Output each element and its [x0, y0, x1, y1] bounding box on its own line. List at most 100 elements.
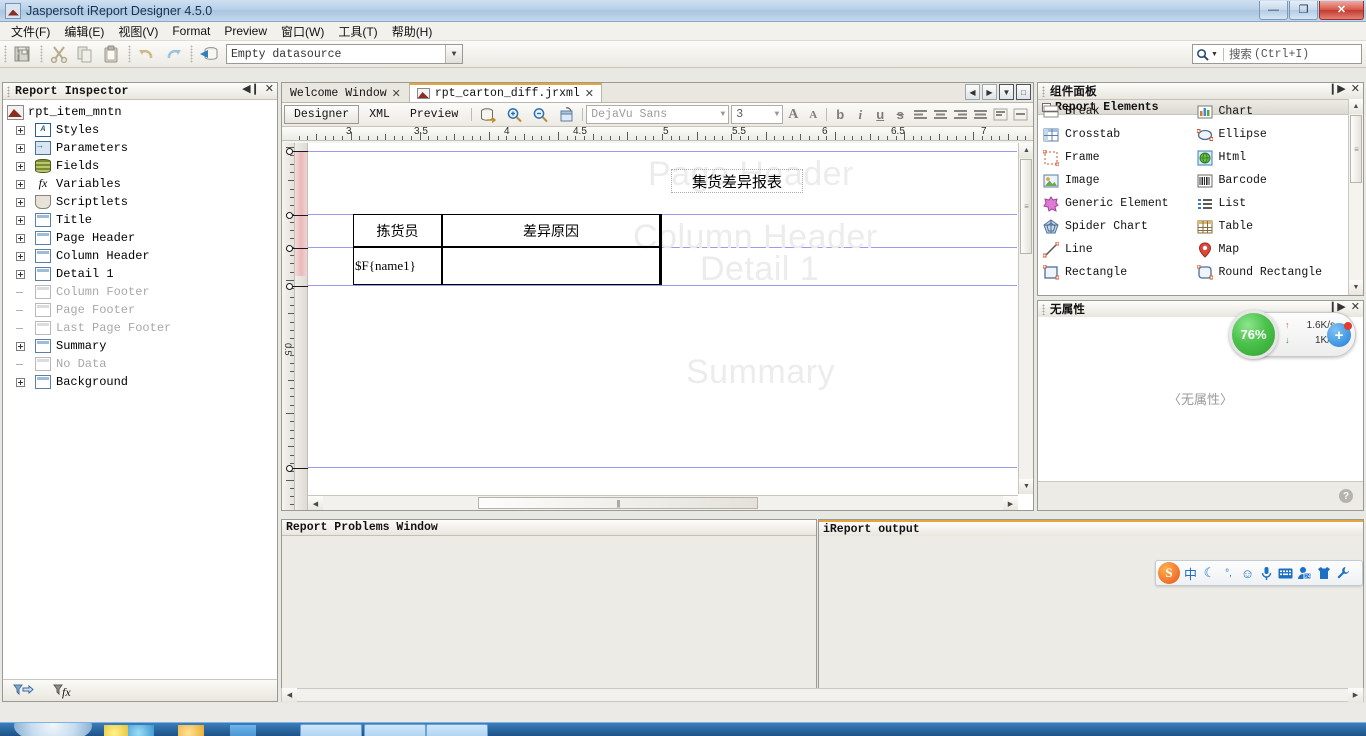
column-header-cell-3[interactable]	[660, 214, 662, 247]
italic-icon[interactable]: i	[850, 105, 870, 125]
tree-item-no-data[interactable]: No Data	[6, 355, 277, 373]
palette-item-table[interactable]: Table	[1194, 215, 1348, 238]
bottom-horizontal-scrollbar[interactable]: ◀ ▶	[281, 687, 1364, 703]
search-dropdown-icon[interactable]: ▼	[1211, 51, 1218, 58]
expand-icon[interactable]	[16, 269, 25, 279]
tree-root-node[interactable]: rpt_item_mntn	[6, 103, 277, 121]
tree-item-column-footer[interactable]: Column Footer	[6, 283, 277, 301]
palette-item-image[interactable]: Image	[1040, 169, 1194, 192]
expand-icon[interactable]	[16, 215, 25, 225]
tab-close-icon[interactable]: ✕	[585, 87, 594, 100]
tree-item-detail-1[interactable]: Detail 1	[6, 265, 277, 283]
band-handle-column-header[interactable]	[286, 211, 308, 220]
tree-item-last-page-footer[interactable]: Last Page Footer	[6, 319, 277, 337]
paste-icon[interactable]	[99, 43, 123, 65]
tab-maximize-button[interactable]: □	[1016, 84, 1031, 100]
palette-item-spider-chart[interactable]: Spider Chart	[1040, 215, 1194, 238]
ime-moon-icon[interactable]: ☾	[1201, 563, 1218, 583]
scroll-down-arrow-icon[interactable]: ▼	[1019, 479, 1033, 494]
tree-item-styles[interactable]: A Styles	[6, 121, 277, 139]
tree-item-column-header[interactable]: Column Header	[6, 247, 277, 265]
cut-icon[interactable]	[47, 43, 71, 65]
menu-preview[interactable]: Preview	[217, 23, 274, 39]
band-handle-detail[interactable]	[286, 244, 308, 253]
tree-item-variables[interactable]: fx Variables	[6, 175, 277, 193]
font-size-select[interactable]: 3 ▼	[731, 105, 784, 124]
bold-icon[interactable]: b	[830, 105, 850, 125]
datasource-icon[interactable]	[197, 43, 221, 65]
datasource-icon[interactable]	[476, 104, 500, 126]
palette-item-list[interactable]: List	[1194, 192, 1348, 215]
help-icon[interactable]: ?	[1339, 489, 1353, 503]
menu-format[interactable]: Format	[165, 23, 217, 39]
menu-view[interactable]: 视图(V)	[111, 22, 165, 41]
align-center-icon[interactable]	[930, 105, 950, 125]
band-separator-background[interactable]	[308, 467, 1017, 468]
band-handle-summary[interactable]	[286, 282, 308, 291]
taskbar-window-1[interactable]	[300, 724, 362, 736]
mode-designer-button[interactable]: Designer	[284, 105, 360, 124]
report-page[interactable]: Page Header Column Header Detail 1 Summa…	[308, 143, 1017, 494]
menu-window[interactable]: 窗口(W)	[274, 22, 331, 41]
scroll-right-arrow-icon[interactable]: ▶	[1003, 496, 1018, 510]
column-header-label-1[interactable]: 拣货员	[353, 214, 442, 247]
palette-item-break[interactable]: Break	[1040, 100, 1194, 123]
scroll-down-arrow-icon[interactable]: ▼	[1349, 280, 1363, 295]
ime-keyboard-icon[interactable]	[1277, 563, 1294, 583]
search-input[interactable]: ▼ 搜索 (Ctrl+I)	[1192, 44, 1362, 64]
horizontal-scroll-thumb[interactable]: |||	[478, 497, 758, 509]
palette-item-generic-element[interactable]: Generic Element	[1040, 192, 1194, 215]
mode-xml-button[interactable]: XML	[359, 105, 400, 124]
collapse-icon[interactable]: ◀❙	[242, 84, 260, 95]
palette-item-crosstab[interactable]: Crosstab	[1040, 123, 1194, 146]
underline-icon[interactable]: u	[870, 105, 890, 125]
tab-scroll-left-button[interactable]: ◀	[965, 84, 980, 100]
tree-item-fields[interactable]: Fields	[6, 157, 277, 175]
start-button[interactable]	[14, 723, 92, 736]
add-widget-button[interactable]: +	[1327, 322, 1352, 347]
tab-close-icon[interactable]: ✕	[392, 87, 401, 100]
panel-grip[interactable]	[7, 85, 11, 97]
palette-item-html[interactable]: Html	[1194, 146, 1348, 169]
tab-rpt-carton-diff[interactable]: rpt_carton_diff.jrxml ✕	[408, 83, 602, 102]
chevron-down-icon[interactable]: ▼	[774, 110, 779, 119]
chevron-down-icon[interactable]: ▼	[720, 110, 725, 119]
expand-icon[interactable]	[16, 143, 25, 153]
maximize-button[interactable]: ❐	[1289, 1, 1318, 20]
filter-variables-icon[interactable]: fx	[53, 683, 75, 699]
expand-icon[interactable]	[16, 251, 25, 261]
palette-scrollbar[interactable]: ▲ ≡ ▼	[1348, 99, 1363, 295]
tree-item-page-header[interactable]: Page Header	[6, 229, 277, 247]
cpu-usage-indicator[interactable]: 76%	[1229, 310, 1278, 359]
redo-icon[interactable]	[161, 43, 185, 65]
close-button[interactable]: ✕	[1319, 1, 1364, 20]
scroll-left-arrow-icon[interactable]: ◀	[308, 496, 323, 510]
close-icon[interactable]: ✕	[265, 84, 274, 95]
palette-item-rectangle[interactable]: Rectangle	[1040, 261, 1194, 284]
ime-settings-icon[interactable]	[1334, 563, 1351, 583]
band-handle-background[interactable]	[286, 464, 308, 473]
tree-item-scriptlets[interactable]: Scriptlets	[6, 193, 277, 211]
refresh-icon[interactable]	[554, 104, 578, 126]
band-handle-page-header[interactable]	[286, 147, 308, 156]
align-right-icon[interactable]	[950, 105, 970, 125]
palette-item-frame[interactable]: Frame	[1040, 146, 1194, 169]
valign-top-icon[interactable]	[990, 105, 1010, 125]
expand-icon[interactable]	[16, 341, 25, 351]
panel-grip[interactable]	[1042, 85, 1046, 97]
menu-help[interactable]: 帮助(H)	[385, 22, 440, 41]
palette-item-ellipse[interactable]: Ellipse	[1194, 123, 1348, 146]
mode-preview-button[interactable]: Preview	[400, 105, 468, 124]
palette-scroll-thumb[interactable]: ≡	[1350, 115, 1362, 183]
palette-item-map[interactable]: Map	[1194, 238, 1348, 261]
undo-icon[interactable]	[135, 43, 159, 65]
detail-cell-3[interactable]	[660, 247, 662, 285]
tab-welcome-window[interactable]: Welcome Window ✕	[282, 83, 409, 102]
close-icon[interactable]: ✕	[1351, 302, 1360, 313]
tree-item-title[interactable]: Title	[6, 211, 277, 229]
align-left-icon[interactable]	[910, 105, 930, 125]
band-separator-page-header[interactable]	[308, 151, 1017, 152]
tree-item-background[interactable]: Background	[6, 373, 277, 391]
taskbar-icon-2[interactable]	[128, 725, 154, 736]
report-canvas[interactable]: 0.5 Page Header Column Header Detail 1 S…	[282, 143, 1033, 510]
